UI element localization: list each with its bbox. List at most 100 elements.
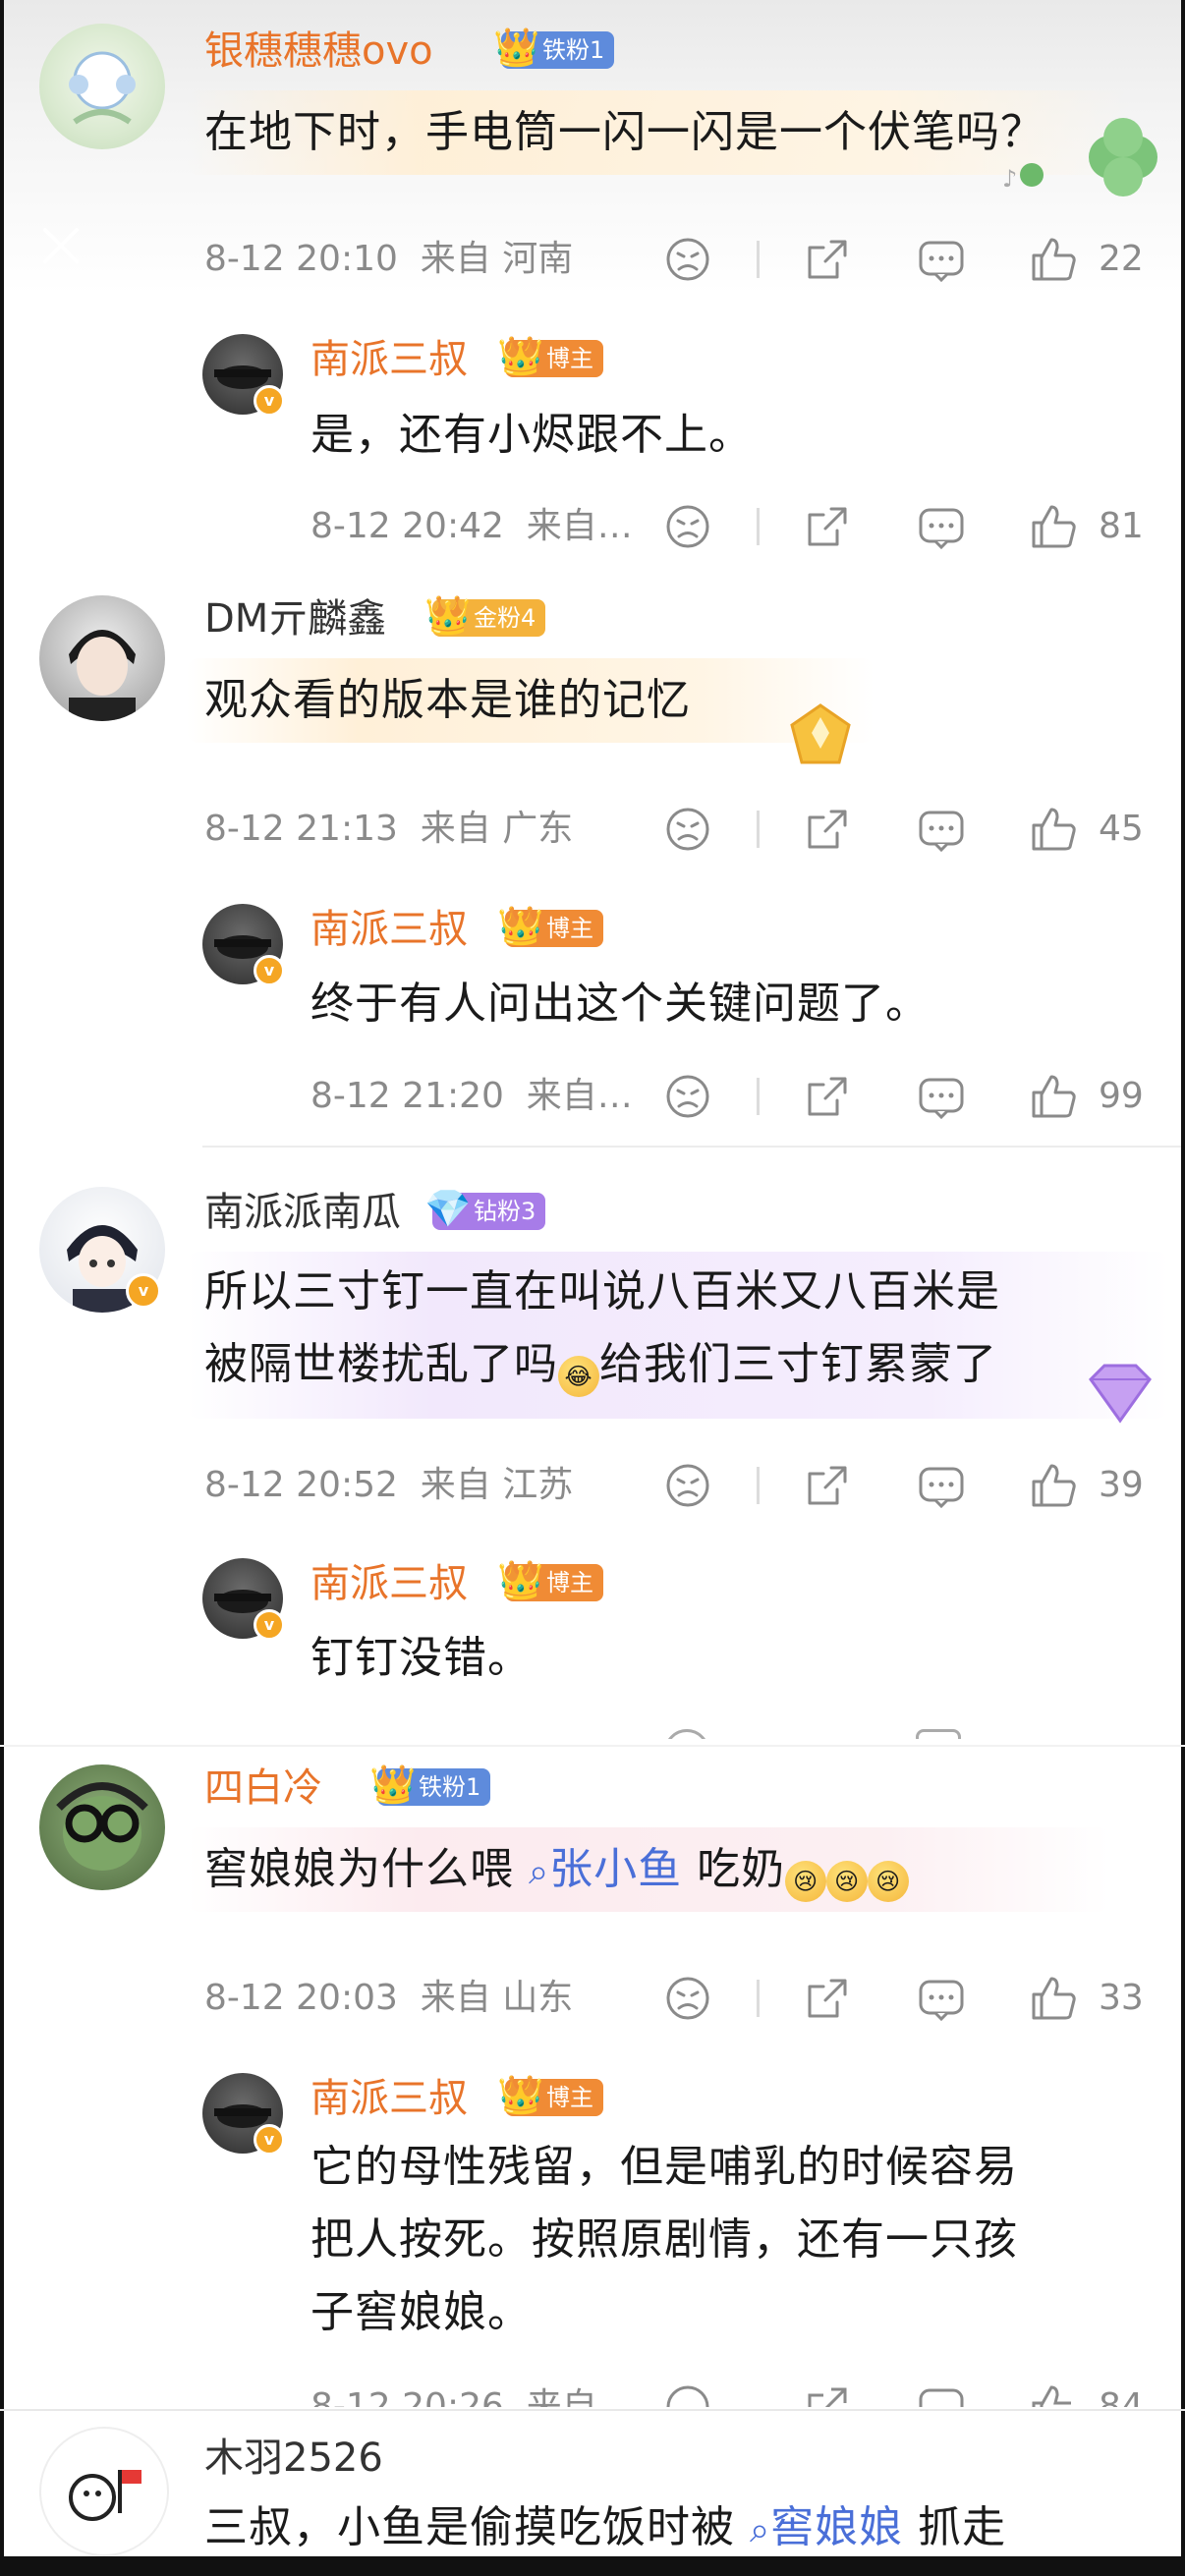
dislike-icon[interactable] bbox=[664, 234, 711, 285]
comment-icon[interactable] bbox=[916, 804, 967, 855]
verified-badge: v bbox=[254, 1609, 285, 1641]
comment-location: 来自 广东 bbox=[420, 809, 574, 849]
right-edge bbox=[1181, 0, 1185, 2576]
crown-icon: 👑 bbox=[497, 1558, 544, 1601]
comment-text-line: 被隔世楼扰乱了吗 😂 给我们三寸钉累蒙了 bbox=[204, 1330, 997, 1399]
action-separator bbox=[757, 241, 760, 278]
thread-divider bbox=[0, 1745, 1185, 1747]
comment-icon[interactable] bbox=[916, 234, 967, 285]
comment-date: 8-12 20:52 bbox=[204, 1465, 398, 1505]
reply-text-line: 子窖娘娘。 bbox=[310, 2287, 532, 2337]
username[interactable]: 南派三叔 bbox=[310, 906, 468, 953]
comment-meta: 8-12 21:13 来自 广东 bbox=[204, 806, 573, 853]
like-icon[interactable] bbox=[1028, 501, 1079, 552]
author-badge: 👑 博主 bbox=[497, 334, 603, 377]
avatar[interactable] bbox=[39, 24, 165, 149]
reply-meta: 8-12 21:20 来自… bbox=[310, 1073, 633, 1120]
mention-link[interactable]: ⌕张小鱼 bbox=[529, 1844, 682, 1894]
bottom-edge bbox=[0, 2556, 1185, 2576]
like-count: 99 bbox=[1099, 1076, 1144, 1116]
username[interactable]: 四白冷 bbox=[204, 1764, 322, 1812]
avatar-illustration bbox=[69, 51, 136, 125]
username[interactable]: 银穗穗穗ovo bbox=[204, 28, 433, 75]
fan-badge: 👑 铁粉1 bbox=[493, 26, 615, 69]
reply-location: 来自… bbox=[526, 1076, 633, 1116]
comment-icon[interactable] bbox=[916, 1071, 967, 1122]
fan-badge: 👑 金粉4 bbox=[424, 593, 546, 637]
reply-text: 是，还有小烬跟不上。 bbox=[310, 410, 753, 460]
like-icon[interactable] bbox=[1028, 234, 1079, 285]
reply-date: 8-12 20:26 bbox=[310, 2386, 504, 2407]
close-icon[interactable] bbox=[39, 224, 83, 267]
like-icon[interactable] bbox=[1028, 1973, 1079, 2024]
reply-text: 钉钉没错。 bbox=[310, 1633, 532, 1683]
avatar[interactable] bbox=[39, 2427, 169, 2556]
crown-icon: 👑 bbox=[497, 2073, 544, 2116]
mention-link[interactable]: ⌕窖娘娘 bbox=[750, 2502, 903, 2552]
share-icon[interactable] bbox=[804, 501, 851, 552]
verified-badge: v bbox=[254, 385, 285, 417]
like-count: 39 bbox=[1099, 1465, 1144, 1505]
comment-date: 8-12 21:13 bbox=[204, 809, 398, 849]
dislike-icon[interactable] bbox=[664, 2381, 711, 2407]
username[interactable]: 南派三叔 bbox=[310, 1560, 468, 1607]
crown-icon: 👑 bbox=[369, 1763, 417, 1806]
share-icon[interactable] bbox=[804, 1973, 851, 2024]
comment-meta: 8-12 20:03 来自 山东 bbox=[204, 1975, 573, 2022]
clipped-action-row bbox=[649, 1725, 1179, 1739]
action-separator bbox=[757, 508, 760, 545]
decoration-clover-icon: ♪ bbox=[1002, 118, 1157, 196]
comment-text-fragment: 吃奶 bbox=[697, 1844, 786, 1894]
comment-date: 8-12 20:10 bbox=[204, 239, 398, 279]
comment-icon[interactable] bbox=[916, 501, 967, 552]
thread-divider bbox=[202, 1146, 1181, 1148]
left-edge bbox=[0, 0, 4, 2576]
avatar[interactable] bbox=[39, 595, 165, 721]
crown-icon: 👑 bbox=[497, 904, 544, 947]
reply-location: 来自… bbox=[526, 506, 633, 546]
verified-badge: v bbox=[126, 1273, 161, 1309]
username[interactable]: 南派三叔 bbox=[310, 336, 468, 383]
comment-text: 三叔，小鱼是偷摸吃饭时被 ⌕窖娘娘 抓走 bbox=[204, 2493, 1006, 2565]
like-count: 22 bbox=[1099, 239, 1144, 279]
share-icon[interactable] bbox=[804, 804, 851, 855]
dislike-icon[interactable] bbox=[664, 1460, 711, 1511]
like-icon[interactable] bbox=[1028, 2381, 1079, 2407]
action-separator bbox=[757, 1467, 760, 1504]
like-icon[interactable] bbox=[1028, 1071, 1079, 1122]
share-icon[interactable] bbox=[804, 1071, 851, 1122]
dislike-icon[interactable] bbox=[664, 804, 711, 855]
thread-divider bbox=[0, 2409, 1185, 2411]
badge-label: 博主 bbox=[546, 2084, 593, 2111]
username[interactable]: 南派派南瓜 bbox=[204, 1189, 401, 1236]
comment-icon[interactable] bbox=[916, 1973, 967, 2024]
dislike-icon[interactable] bbox=[664, 501, 711, 552]
share-icon[interactable] bbox=[804, 234, 851, 285]
like-count: 45 bbox=[1099, 809, 1144, 849]
decoration-diamond-icon bbox=[1089, 1364, 1152, 1424]
share-icon[interactable] bbox=[804, 2381, 851, 2407]
dislike-icon[interactable] bbox=[664, 1071, 711, 1122]
share-icon[interactable] bbox=[804, 1460, 851, 1511]
reply-date: 8-12 21:20 bbox=[310, 1076, 504, 1116]
author-badge: 👑 博主 bbox=[497, 1558, 603, 1601]
reply-text: 终于有人问出这个关键问题了。 bbox=[310, 979, 930, 1029]
comment-text-fragment: 抓走 bbox=[918, 2502, 1007, 2552]
username[interactable]: 南派三叔 bbox=[310, 2075, 468, 2122]
comment-icon[interactable] bbox=[916, 1460, 967, 1511]
comment-location: 来自 河南 bbox=[420, 239, 574, 279]
dislike-icon[interactable] bbox=[664, 1973, 711, 2024]
comment-date: 8-12 20:03 bbox=[204, 1978, 398, 2018]
crying-emoji-icon: 😢 bbox=[785, 1861, 827, 1902]
badge-label: 博主 bbox=[546, 1569, 593, 1596]
username[interactable]: DM亓麟鑫 bbox=[204, 595, 386, 643]
search-icon: ⌕ bbox=[750, 2510, 771, 2550]
username[interactable]: 木羽2526 bbox=[204, 2435, 383, 2482]
like-icon[interactable] bbox=[1028, 804, 1079, 855]
reply-text-line: 把人按死。按照原剧情，还有一只孩 bbox=[310, 2214, 1018, 2265]
like-icon[interactable] bbox=[1028, 1460, 1079, 1511]
avatar[interactable] bbox=[39, 1764, 165, 1890]
comment-text-fragment: 被隔世楼扰乱了吗 bbox=[204, 1339, 558, 1389]
comment-location: 来自 山东 bbox=[420, 1978, 574, 2018]
comment-icon[interactable] bbox=[916, 2381, 967, 2407]
